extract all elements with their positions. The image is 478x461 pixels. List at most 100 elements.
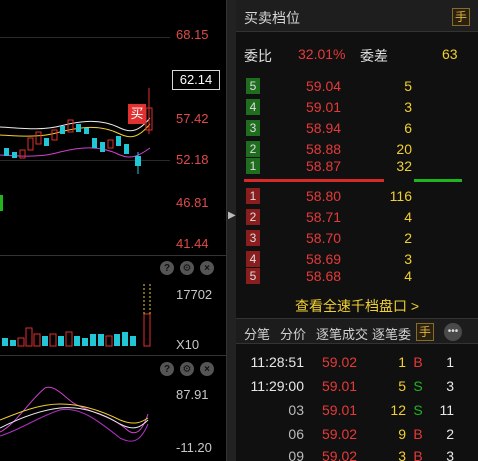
trade-price: 59.01 <box>322 402 358 418</box>
buy-signal-marker: 买 <box>128 104 146 124</box>
bid-volume: 2 <box>404 230 412 246</box>
trade-price: 59.02 <box>322 426 358 442</box>
ask-volume: 32 <box>396 158 412 174</box>
candle <box>84 128 89 134</box>
candle <box>35 131 42 145</box>
help-icon[interactable]: ? <box>160 362 174 376</box>
ask-level-1[interactable]: 1 58.87 32 <box>236 156 478 177</box>
level-index: 5 <box>246 78 260 94</box>
weibi-label: 委比 <box>244 48 272 64</box>
level-index: 2 <box>246 209 260 225</box>
unit-toggle-button[interactable]: 手 <box>452 8 470 26</box>
full-depth-link[interactable]: 查看全速千档盘口 > <box>236 296 478 316</box>
trade-count: 2 <box>446 426 454 442</box>
close-icon[interactable]: × <box>200 362 214 376</box>
ask-price: 59.04 <box>306 78 342 94</box>
trade-price: 59.01 <box>322 378 358 394</box>
indicator-chart[interactable] <box>0 380 170 461</box>
trade-direction: B <box>413 354 423 370</box>
ask-price: 58.88 <box>306 141 342 157</box>
trade-direction: B <box>413 426 423 442</box>
trade-price: 59.02 <box>322 448 358 461</box>
trade-count: 3 <box>446 448 454 461</box>
weicha-value: 63 <box>442 46 458 62</box>
indicator-mark <box>0 195 3 211</box>
bid-price: 58.68 <box>306 268 342 284</box>
trade-volume: 1 <box>398 354 406 370</box>
ask-level-5[interactable]: 5 59.04 5 <box>236 76 478 97</box>
settings-icon[interactable]: ⚙ <box>180 362 194 376</box>
close-icon[interactable]: × <box>200 261 214 275</box>
ask-level-3[interactable]: 3 58.94 6 <box>236 118 478 139</box>
bid-price: 58.71 <box>306 209 342 225</box>
candle <box>27 137 34 151</box>
level-index: 1 <box>246 188 260 204</box>
bid-volume: 4 <box>404 268 412 284</box>
trade-row: 11:29:00 59.01 5 S 3 <box>236 378 478 402</box>
bid-level-3[interactable]: 3 58.70 2 <box>236 228 478 249</box>
current-price-label: 62.14 <box>172 70 220 90</box>
order-book-header: 买卖档位 手 <box>236 0 478 32</box>
indicator-tick: 87.91 <box>176 387 209 402</box>
level-index: 4 <box>246 99 260 115</box>
ask-price: 58.87 <box>306 158 342 174</box>
weicha-label: 委差 <box>360 48 388 64</box>
more-icon[interactable]: ••• <box>444 323 462 341</box>
trade-row: 03 59.01 12 S 11 <box>236 402 478 426</box>
indicator-panel-tools: ? ⚙ × <box>160 362 222 380</box>
trade-time: 11:29:00 <box>250 378 304 394</box>
indicator-tick: -11.20 <box>176 440 212 455</box>
level-index: 3 <box>246 230 260 246</box>
candlestick-chart[interactable] <box>0 0 170 255</box>
candle <box>60 126 65 134</box>
unit-toggle-button[interactable]: 手 <box>416 323 434 341</box>
ask-volume: 6 <box>404 120 412 136</box>
trade-tabs: 分笔 分价 逐笔成交 逐笔委 手 ••• <box>236 318 478 344</box>
ask-level-4[interactable]: 4 59.01 3 <box>236 97 478 118</box>
candle <box>100 142 105 152</box>
bid-level-1[interactable]: 1 58.80 116 <box>236 186 478 207</box>
trade-time: 09 <box>288 448 304 461</box>
settings-icon[interactable]: ⚙ <box>180 261 194 275</box>
trade-volume: 5 <box>398 378 406 394</box>
help-icon[interactable]: ? <box>160 261 174 275</box>
price-tick: 68.15 <box>176 27 209 42</box>
tab-ticks[interactable]: 分笔 <box>244 324 270 343</box>
bid-level-2[interactable]: 2 58.71 4 <box>236 207 478 228</box>
trade-count: 3 <box>446 378 454 394</box>
tab-trade-by-trade[interactable]: 逐笔成交 <box>316 324 368 343</box>
pane-splitter[interactable]: ▶ <box>226 0 236 461</box>
trade-time: 03 <box>288 402 304 418</box>
tab-price-distribution[interactable]: 分价 <box>280 324 306 343</box>
volume-chart[interactable] <box>0 280 170 350</box>
candle <box>44 138 49 146</box>
kline-chart-pane[interactable]: 买 68.15 57.42 52.18 46.81 41.44 62.14 ? … <box>0 0 226 461</box>
trade-time: 06 <box>288 426 304 442</box>
panel-divider <box>0 255 226 256</box>
trade-direction: S <box>413 378 423 394</box>
ask-volume: 20 <box>396 141 412 157</box>
trade-volume: 3 <box>398 448 406 461</box>
bid-level-5[interactable]: 5 58.68 4 <box>236 266 478 287</box>
expand-arrow-icon[interactable]: ▶ <box>228 210 236 221</box>
candle <box>116 136 121 146</box>
trade-time: 11:28:51 <box>250 354 304 370</box>
bid-price: 58.70 <box>306 230 342 246</box>
trade-count: 1 <box>446 354 454 370</box>
candle <box>124 144 129 154</box>
tab-order-by-order[interactable]: 逐笔委 <box>372 324 412 343</box>
indicator-line-yellow <box>0 403 149 424</box>
volume-unit-label: X10 <box>176 337 200 352</box>
candle <box>19 149 26 159</box>
price-tick: 46.81 <box>176 195 209 210</box>
price-tick: 52.18 <box>176 152 209 167</box>
order-book-panel: 买卖档位 手 委比 32.01% 委差 63 5 59.04 5 4 59.01… <box>236 0 478 461</box>
volume-bars <box>2 284 151 347</box>
candle <box>12 152 17 158</box>
trade-price: 59.02 <box>322 354 358 370</box>
bid-volume: 116 <box>389 188 412 204</box>
bid-price: 58.69 <box>306 251 342 267</box>
level-index: 1 <box>246 158 260 174</box>
weibi-value: 32.01% <box>298 46 346 62</box>
candle <box>107 139 114 149</box>
